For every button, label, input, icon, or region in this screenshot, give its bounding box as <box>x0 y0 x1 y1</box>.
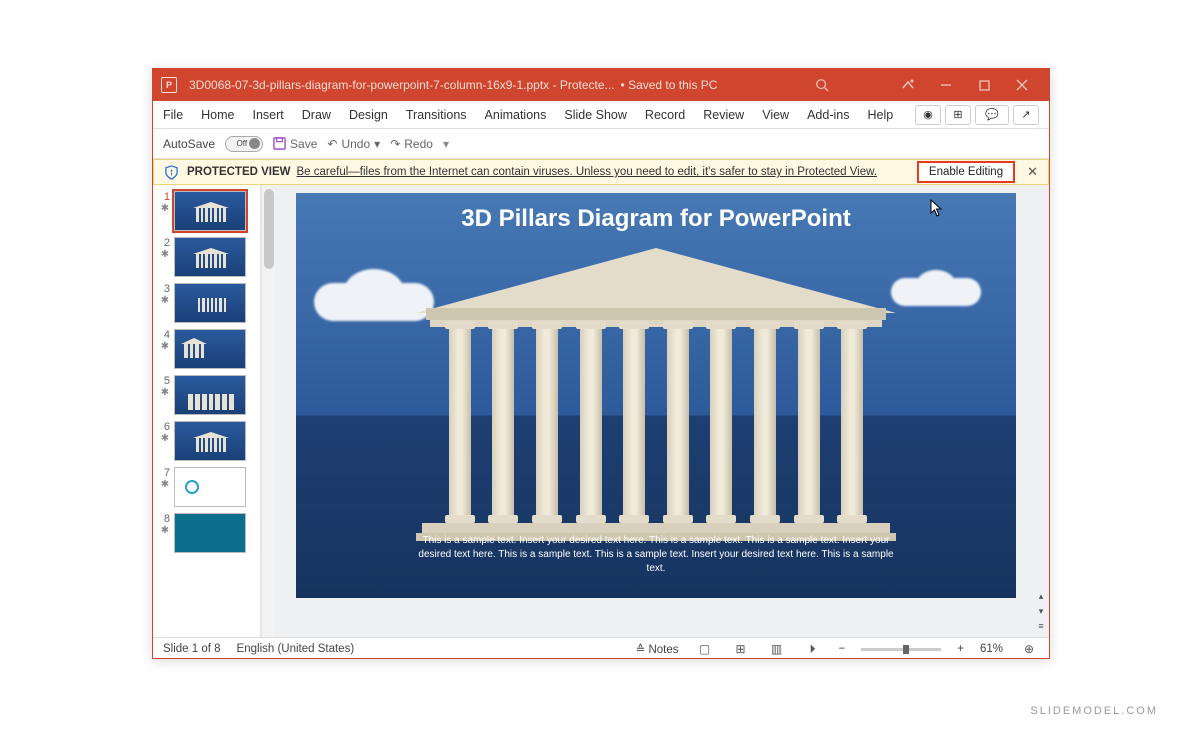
notes-button[interactable]: ≙ Notes <box>636 642 679 656</box>
maximize-button[interactable] <box>965 69 1003 101</box>
protected-view-bar: PROTECTED VIEW Be careful—files from the… <box>153 159 1049 185</box>
fit-window-icon[interactable]: ⊕ <box>1019 641 1039 657</box>
thumbnail-scrollbar[interactable] <box>261 185 275 637</box>
thumbnail-panel: 1✱ 2✱ 3✱ 4✱ 5✱ 6✱ 7✱ 8✱ <box>153 185 261 637</box>
undo-button[interactable]: ↶ Undo ▾ <box>327 137 380 151</box>
tab-view[interactable]: View <box>762 108 789 122</box>
thumbnail-7[interactable]: 7✱ <box>155 467 258 507</box>
cloud-graphic <box>891 278 981 306</box>
pillars-graphic <box>416 248 896 541</box>
thumbnail-6[interactable]: 6✱ <box>155 421 258 461</box>
tab-animations[interactable]: Animations <box>485 108 547 122</box>
ribbon-display-icon[interactable] <box>889 69 927 101</box>
shield-icon <box>164 165 179 180</box>
titlebar: P 3D0068-07-3d-pillars-diagram-for-power… <box>153 69 1049 101</box>
thumbnail-1[interactable]: 1✱ <box>155 191 258 231</box>
slideshow-view-icon[interactable]: ⏵ <box>803 641 823 657</box>
tab-insert[interactable]: Insert <box>253 108 284 122</box>
statusbar: Slide 1 of 8 English (United States) ≙ N… <box>153 637 1049 660</box>
tab-home[interactable]: Home <box>201 108 234 122</box>
comments-icon[interactable]: 💬 <box>975 105 1009 125</box>
thumbnail-2[interactable]: 2✱ <box>155 237 258 277</box>
filename: 3D0068-07-3d-pillars-diagram-for-powerpo… <box>189 78 615 92</box>
thumbnail-5[interactable]: 5✱ <box>155 375 258 415</box>
reading-view-icon[interactable]: ▥ <box>767 641 787 657</box>
autosave-toggle[interactable]: Off <box>225 136 263 152</box>
thumbnail-4[interactable]: 4✱ <box>155 329 258 369</box>
zoom-slider[interactable] <box>861 648 941 651</box>
share-icon[interactable]: ↗ <box>1013 105 1039 125</box>
minimize-button[interactable] <box>927 69 965 101</box>
language-status[interactable]: English (United States) <box>237 643 355 655</box>
zoom-out-button[interactable]: − <box>839 643 846 655</box>
workspace: 1✱ 2✱ 3✱ 4✱ 5✱ 6✱ 7✱ 8✱ 3D Pillars Diagr… <box>153 185 1049 637</box>
slide-counter[interactable]: Slide 1 of 8 <box>163 643 221 655</box>
enable-editing-button[interactable]: Enable Editing <box>917 161 1015 183</box>
autosave-label: AutoSave <box>163 137 215 151</box>
tab-slideshow[interactable]: Slide Show <box>564 108 627 122</box>
customize-toolbar[interactable]: ▾ <box>443 137 449 151</box>
slide-nav-icon[interactable]: ≡ <box>1038 621 1043 631</box>
watermark: SLIDEMODEL.COM <box>1030 705 1158 717</box>
powerpoint-icon: P <box>161 77 177 93</box>
powerpoint-window: P 3D0068-07-3d-pillars-diagram-for-power… <box>152 68 1050 659</box>
tab-addins[interactable]: Add-ins <box>807 108 849 122</box>
tab-help[interactable]: Help <box>867 108 893 122</box>
thumbnail-8[interactable]: 8✱ <box>155 513 258 553</box>
slide-scrollbar[interactable]: ▴ ▾ ≡ <box>1035 191 1047 631</box>
tab-record[interactable]: Record <box>645 108 685 122</box>
search-icon[interactable] <box>815 78 829 92</box>
slide-title: 3D Pillars Diagram for PowerPoint <box>296 205 1016 233</box>
zoom-in-button[interactable]: + <box>957 643 964 655</box>
quick-toolbar: AutoSave Off Save ↶ Undo ▾ ↷ Redo ▾ <box>153 129 1049 159</box>
close-button[interactable] <box>1003 69 1041 101</box>
slide-area: 3D Pillars Diagram for PowerPoint This i… <box>275 185 1049 637</box>
slide-canvas[interactable]: 3D Pillars Diagram for PowerPoint This i… <box>296 193 1016 598</box>
protected-view-message[interactable]: Be careful—files from the Internet can c… <box>297 166 877 178</box>
tab-file[interactable]: File <box>163 108 183 122</box>
prev-slide-icon[interactable]: ▴ <box>1039 591 1044 602</box>
tab-review[interactable]: Review <box>703 108 744 122</box>
slide-caption: This is a sample text. Insert your desir… <box>296 534 1016 576</box>
tab-transitions[interactable]: Transitions <box>406 108 467 122</box>
save-button[interactable]: Save <box>273 137 317 151</box>
zoom-percent[interactable]: 61% <box>980 643 1003 655</box>
cursor-icon <box>930 199 944 217</box>
thumbnail-3[interactable]: 3✱ <box>155 283 258 323</box>
normal-view-icon[interactable]: ▢ <box>695 641 715 657</box>
close-protected-view[interactable]: ✕ <box>1027 164 1038 180</box>
protected-view-label: PROTECTED VIEW <box>187 166 291 178</box>
tab-design[interactable]: Design <box>349 108 388 122</box>
sorter-view-icon[interactable]: ⊞ <box>731 641 751 657</box>
tab-draw[interactable]: Draw <box>302 108 331 122</box>
saved-status: • Saved to this PC <box>621 78 718 92</box>
ribbon-tabs: File Home Insert Draw Design Transitions… <box>153 101 1049 129</box>
redo-button[interactable]: ↷ Redo <box>390 137 433 151</box>
camera-icon[interactable]: ◉ <box>915 105 941 125</box>
teams-icon[interactable]: ⊞ <box>945 105 971 125</box>
next-slide-icon[interactable]: ▾ <box>1039 606 1044 617</box>
